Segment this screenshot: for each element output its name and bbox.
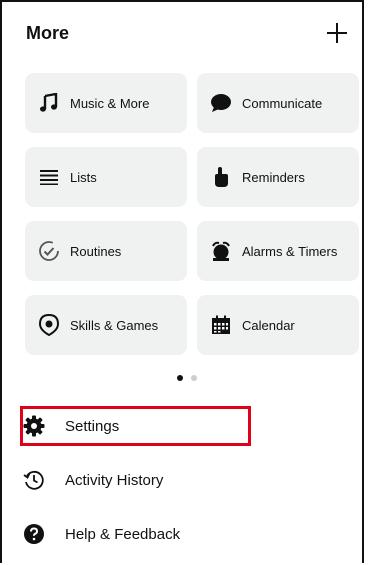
location-pin-icon: [38, 314, 60, 336]
speech-bubble-icon: [210, 92, 232, 114]
tile-label: Calendar: [242, 317, 295, 333]
gear-icon: [23, 415, 45, 437]
tile-label: Routines: [70, 243, 122, 259]
tile-label: Alarms & Timers: [242, 243, 338, 259]
tile-lists[interactable]: Lists: [25, 147, 187, 207]
hand-pointer-icon: [210, 166, 232, 188]
page-indicator: [177, 375, 197, 381]
tile-skills-and-games[interactable]: Skills & Games: [25, 295, 187, 355]
tile-label: Lists: [70, 169, 97, 185]
page-dot[interactable]: [191, 375, 197, 381]
plus-icon: [327, 23, 347, 43]
calendar-icon: [210, 314, 232, 336]
help-icon: [23, 523, 45, 545]
menu-item-activity-history[interactable]: Activity History: [23, 460, 163, 500]
tile-label: Music & More: [70, 95, 150, 111]
tile-label: Communicate: [242, 95, 323, 111]
menu-item-label: Settings: [65, 417, 120, 435]
tile-label: Reminders: [242, 169, 305, 185]
menu-item-label: Help & Feedback: [65, 525, 181, 543]
alarm-icon: [210, 240, 232, 262]
page-dot-active[interactable]: [177, 375, 183, 381]
list-icon: [38, 166, 60, 188]
tile-music-and-more[interactable]: Music & More: [25, 73, 187, 133]
history-icon: [23, 469, 45, 491]
tile-communicate[interactable]: Communicate: [197, 73, 359, 133]
more-panel: More Music & More Communicate Lists Remi…: [0, 0, 364, 563]
tile-alarms-and-timers[interactable]: Alarms & Timers: [197, 221, 359, 281]
add-button[interactable]: [324, 20, 350, 46]
header: More: [2, 2, 362, 68]
menu-item-label: Activity History: [65, 471, 164, 489]
menu-item-settings[interactable]: Settings: [23, 406, 119, 446]
menu-item-help-and-feedback[interactable]: Help & Feedback: [23, 514, 180, 554]
routine-check-icon: [38, 240, 60, 262]
music-note-icon: [38, 92, 60, 114]
tile-reminders[interactable]: Reminders: [197, 147, 359, 207]
tile-routines[interactable]: Routines: [25, 221, 187, 281]
page-title: More: [26, 23, 70, 43]
tile-calendar[interactable]: Calendar: [197, 295, 359, 355]
tile-label: Skills & Games: [70, 317, 159, 333]
